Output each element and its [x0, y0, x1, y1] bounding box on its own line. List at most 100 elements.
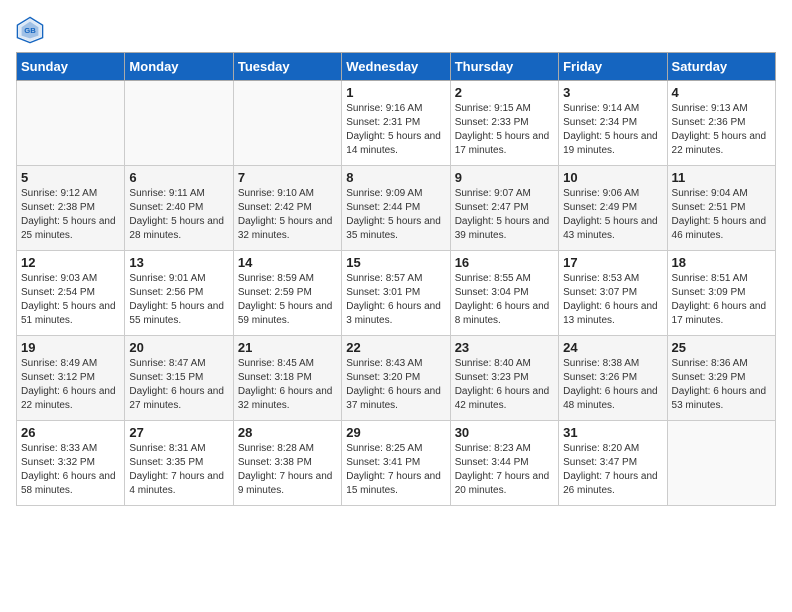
day-info: Sunrise: 8:49 AM Sunset: 3:12 PM Dayligh…	[21, 357, 120, 413]
day-info: Sunrise: 9:15 AM Sunset: 2:33 PM Dayligh…	[455, 102, 554, 158]
calendar-cell: 20 Sunrise: 8:47 AM Sunset: 3:15 PM Dayli…	[125, 336, 233, 421]
calendar-cell: 28Sunrise: 8:28 AM Sunset: 3:38 PM Dayli…	[233, 421, 341, 506]
calendar-cell: 29 Sunrise: 8:25 AM Sunset: 3:41 PM Dayli…	[342, 421, 450, 506]
day-number: 5	[21, 170, 120, 185]
weekday-header-tuesday: Tuesday	[233, 53, 341, 81]
day-number: 4	[672, 85, 771, 100]
calendar-cell: 4 Sunrise: 9:13 AM Sunset: 2:36 PM Daylig…	[667, 81, 775, 166]
calendar-cell: 12 Sunrise: 9:03 AM Sunset: 2:54 PM Dayli…	[17, 251, 125, 336]
day-number: 23	[455, 340, 554, 355]
day-number: 26	[21, 425, 120, 440]
day-info: Sunrise: 9:11 AM Sunset: 2:40 PM Dayligh…	[129, 187, 228, 243]
day-info: Sunrise: 8:55 AM Sunset: 3:04 PM Dayligh…	[455, 272, 554, 328]
day-number: 22	[346, 340, 445, 355]
weekday-header-thursday: Thursday	[450, 53, 558, 81]
day-number: 29	[346, 425, 445, 440]
calendar-week-2: 5 Sunrise: 9:12 AM Sunset: 2:38 PM Daylig…	[17, 166, 776, 251]
day-info: Sunrise: 8:33 AM Sunset: 3:32 PM Dayligh…	[21, 442, 120, 498]
calendar-cell: 17Sunrise: 8:53 AM Sunset: 3:07 PM Dayli…	[559, 251, 667, 336]
day-info: Sunrise: 8:28 AM Sunset: 3:38 PM Dayligh…	[238, 442, 337, 498]
day-number: 6	[129, 170, 228, 185]
calendar-cell: 11Sunrise: 9:04 AM Sunset: 2:51 PM Dayli…	[667, 166, 775, 251]
day-info: Sunrise: 8:57 AM Sunset: 3:01 PM Dayligh…	[346, 272, 445, 328]
day-info: Sunrise: 9:04 AM Sunset: 2:51 PM Dayligh…	[672, 187, 771, 243]
weekday-header-friday: Friday	[559, 53, 667, 81]
day-number: 12	[21, 255, 120, 270]
calendar-cell: 18 Sunrise: 8:51 AM Sunset: 3:09 PM Dayli…	[667, 251, 775, 336]
day-info: Sunrise: 8:45 AM Sunset: 3:18 PM Dayligh…	[238, 357, 337, 413]
day-info: Sunrise: 8:40 AM Sunset: 3:23 PM Dayligh…	[455, 357, 554, 413]
day-info: Sunrise: 9:06 AM Sunset: 2:49 PM Dayligh…	[563, 187, 662, 243]
day-number: 15	[346, 255, 445, 270]
day-number: 20	[129, 340, 228, 355]
day-number: 10	[563, 170, 662, 185]
day-info: Sunrise: 8:43 AM Sunset: 3:20 PM Dayligh…	[346, 357, 445, 413]
day-info: Sunrise: 9:07 AM Sunset: 2:47 PM Dayligh…	[455, 187, 554, 243]
logo: GB	[16, 16, 48, 44]
calendar-week-4: 19 Sunrise: 8:49 AM Sunset: 3:12 PM Dayli…	[17, 336, 776, 421]
weekday-header-sunday: Sunday	[17, 53, 125, 81]
calendar-cell: 24 Sunrise: 8:38 AM Sunset: 3:26 PM Dayli…	[559, 336, 667, 421]
calendar-cell: 2Sunrise: 9:15 AM Sunset: 2:33 PM Daylig…	[450, 81, 558, 166]
calendar-cell: 13 Sunrise: 9:01 AM Sunset: 2:56 PM Dayli…	[125, 251, 233, 336]
calendar-cell	[233, 81, 341, 166]
day-info: Sunrise: 9:16 AM Sunset: 2:31 PM Dayligh…	[346, 102, 445, 158]
day-info: Sunrise: 9:13 AM Sunset: 2:36 PM Dayligh…	[672, 102, 771, 158]
day-number: 24	[563, 340, 662, 355]
logo-icon: GB	[16, 16, 44, 44]
calendar-cell: 9Sunrise: 9:07 AM Sunset: 2:47 PM Daylig…	[450, 166, 558, 251]
day-info: Sunrise: 8:20 AM Sunset: 3:47 PM Dayligh…	[563, 442, 662, 498]
calendar-cell: 14Sunrise: 8:59 AM Sunset: 2:59 PM Dayli…	[233, 251, 341, 336]
day-info: Sunrise: 8:38 AM Sunset: 3:26 PM Dayligh…	[563, 357, 662, 413]
calendar-cell: 10 Sunrise: 9:06 AM Sunset: 2:49 PM Dayli…	[559, 166, 667, 251]
day-info: Sunrise: 9:10 AM Sunset: 2:42 PM Dayligh…	[238, 187, 337, 243]
calendar-cell	[667, 421, 775, 506]
day-number: 18	[672, 255, 771, 270]
day-info: Sunrise: 8:51 AM Sunset: 3:09 PM Dayligh…	[672, 272, 771, 328]
day-number: 8	[346, 170, 445, 185]
day-info: Sunrise: 9:09 AM Sunset: 2:44 PM Dayligh…	[346, 187, 445, 243]
day-info: Sunrise: 9:12 AM Sunset: 2:38 PM Dayligh…	[21, 187, 120, 243]
calendar-table: SundayMondayTuesdayWednesdayThursdayFrid…	[16, 52, 776, 506]
calendar-cell: 21 Sunrise: 8:45 AM Sunset: 3:18 PM Dayli…	[233, 336, 341, 421]
day-info: Sunrise: 8:53 AM Sunset: 3:07 PM Dayligh…	[563, 272, 662, 328]
day-info: Sunrise: 8:23 AM Sunset: 3:44 PM Dayligh…	[455, 442, 554, 498]
calendar-cell: 26 Sunrise: 8:33 AM Sunset: 3:32 PM Dayli…	[17, 421, 125, 506]
day-number: 31	[563, 425, 662, 440]
calendar-cell: 30 Sunrise: 8:23 AM Sunset: 3:44 PM Dayli…	[450, 421, 558, 506]
day-number: 30	[455, 425, 554, 440]
day-number: 16	[455, 255, 554, 270]
calendar-cell	[17, 81, 125, 166]
day-info: Sunrise: 9:14 AM Sunset: 2:34 PM Dayligh…	[563, 102, 662, 158]
page-header: GB	[16, 16, 776, 44]
calendar-cell: 27Sunrise: 8:31 AM Sunset: 3:35 PM Dayli…	[125, 421, 233, 506]
day-number: 19	[21, 340, 120, 355]
svg-text:GB: GB	[24, 26, 36, 35]
day-number: 3	[563, 85, 662, 100]
day-info: Sunrise: 8:36 AM Sunset: 3:29 PM Dayligh…	[672, 357, 771, 413]
day-number: 21	[238, 340, 337, 355]
day-number: 27	[129, 425, 228, 440]
day-info: Sunrise: 8:25 AM Sunset: 3:41 PM Dayligh…	[346, 442, 445, 498]
weekday-header-monday: Monday	[125, 53, 233, 81]
calendar-week-3: 12 Sunrise: 9:03 AM Sunset: 2:54 PM Dayli…	[17, 251, 776, 336]
calendar-cell: 31 Sunrise: 8:20 AM Sunset: 3:47 PM Dayli…	[559, 421, 667, 506]
day-info: Sunrise: 8:47 AM Sunset: 3:15 PM Dayligh…	[129, 357, 228, 413]
weekday-header-row: SundayMondayTuesdayWednesdayThursdayFrid…	[17, 53, 776, 81]
day-number: 25	[672, 340, 771, 355]
weekday-header-wednesday: Wednesday	[342, 53, 450, 81]
day-info: Sunrise: 9:01 AM Sunset: 2:56 PM Dayligh…	[129, 272, 228, 328]
calendar-cell: 7Sunrise: 9:10 AM Sunset: 2:42 PM Daylig…	[233, 166, 341, 251]
calendar-cell: 6 Sunrise: 9:11 AM Sunset: 2:40 PM Daylig…	[125, 166, 233, 251]
calendar-cell: 15 Sunrise: 8:57 AM Sunset: 3:01 PM Dayli…	[342, 251, 450, 336]
calendar-cell: 19 Sunrise: 8:49 AM Sunset: 3:12 PM Dayli…	[17, 336, 125, 421]
calendar-cell: 8 Sunrise: 9:09 AM Sunset: 2:44 PM Daylig…	[342, 166, 450, 251]
calendar-cell: 5 Sunrise: 9:12 AM Sunset: 2:38 PM Daylig…	[17, 166, 125, 251]
calendar-cell: 3 Sunrise: 9:14 AM Sunset: 2:34 PM Daylig…	[559, 81, 667, 166]
weekday-header-saturday: Saturday	[667, 53, 775, 81]
day-number: 13	[129, 255, 228, 270]
day-info: Sunrise: 9:03 AM Sunset: 2:54 PM Dayligh…	[21, 272, 120, 328]
calendar-cell	[125, 81, 233, 166]
calendar-cell: 1 Sunrise: 9:16 AM Sunset: 2:31 PM Daylig…	[342, 81, 450, 166]
day-number: 1	[346, 85, 445, 100]
